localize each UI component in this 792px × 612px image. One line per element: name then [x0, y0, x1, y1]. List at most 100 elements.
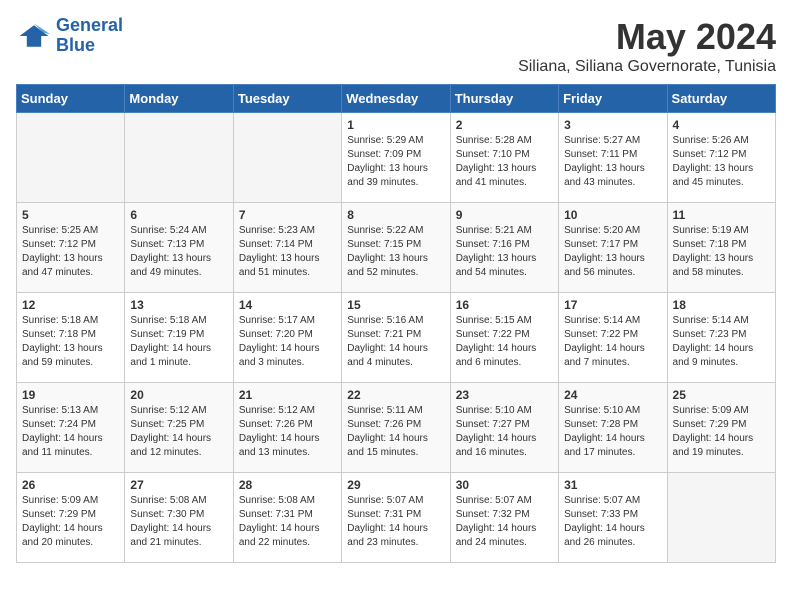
logo: General Blue	[16, 16, 123, 56]
day-info: Sunrise: 5:07 AM Sunset: 7:31 PM Dayligh…	[347, 494, 444, 550]
calendar-cell: 30 Sunrise: 5:07 AM Sunset: 7:32 PM Dayli…	[450, 473, 558, 563]
day-number: 8	[347, 208, 444, 222]
day-number: 13	[130, 298, 227, 312]
calendar-cell	[17, 113, 125, 203]
day-info: Sunrise: 5:07 AM Sunset: 7:33 PM Dayligh…	[564, 494, 661, 550]
day-number: 11	[673, 208, 770, 222]
day-info: Sunrise: 5:08 AM Sunset: 7:31 PM Dayligh…	[239, 494, 336, 550]
calendar-cell: 11Sunrise: 5:19 AM Sunset: 7:18 PM Dayli…	[667, 203, 775, 293]
header-tuesday: Tuesday	[233, 85, 341, 113]
calendar-cell	[233, 113, 341, 203]
calendar-cell: 6 Sunrise: 5:24 AM Sunset: 7:13 PM Daylig…	[125, 203, 233, 293]
calendar-header-row: SundayMondayTuesdayWednesdayThursdayFrid…	[17, 85, 776, 113]
calendar-cell: 4 Sunrise: 5:26 AM Sunset: 7:12 PM Daylig…	[667, 113, 775, 203]
calendar-cell: 5 Sunrise: 5:25 AM Sunset: 7:12 PM Daylig…	[17, 203, 125, 293]
day-info: Sunrise: 5:12 AM Sunset: 7:26 PM Dayligh…	[239, 404, 336, 460]
day-number: 26	[22, 478, 119, 492]
calendar-subtitle: Siliana, Siliana Governorate, Tunisia	[518, 58, 776, 76]
header-monday: Monday	[125, 85, 233, 113]
calendar-cell: 2 Sunrise: 5:28 AM Sunset: 7:10 PM Daylig…	[450, 113, 558, 203]
calendar-title: May 2024	[518, 16, 776, 58]
calendar-cell: 24 Sunrise: 5:10 AM Sunset: 7:28 PM Dayli…	[559, 383, 667, 473]
day-info: Sunrise: 5:21 AM Sunset: 7:16 PM Dayligh…	[456, 224, 553, 280]
calendar-cell: 15 Sunrise: 5:16 AM Sunset: 7:21 PM Dayli…	[342, 293, 450, 383]
week-row-1: 1Sunrise: 5:29 AM Sunset: 7:09 PM Daylig…	[17, 113, 776, 203]
calendar-cell: 27 Sunrise: 5:08 AM Sunset: 7:30 PM Dayli…	[125, 473, 233, 563]
day-info: Sunrise: 5:07 AM Sunset: 7:32 PM Dayligh…	[456, 494, 553, 550]
day-info: Sunrise: 5:26 AM Sunset: 7:12 PM Dayligh…	[673, 134, 770, 190]
calendar-cell: 22 Sunrise: 5:11 AM Sunset: 7:26 PM Dayli…	[342, 383, 450, 473]
calendar-cell: 17 Sunrise: 5:14 AM Sunset: 7:22 PM Dayli…	[559, 293, 667, 383]
logo-icon	[16, 18, 52, 54]
day-number: 27	[130, 478, 227, 492]
calendar-cell: 3Sunrise: 5:27 AM Sunset: 7:11 PM Daylig…	[559, 113, 667, 203]
day-number: 24	[564, 388, 661, 402]
day-number: 5	[22, 208, 119, 222]
day-number: 20	[130, 388, 227, 402]
day-number: 4	[673, 118, 770, 132]
day-info: Sunrise: 5:23 AM Sunset: 7:14 PM Dayligh…	[239, 224, 336, 280]
day-info: Sunrise: 5:16 AM Sunset: 7:21 PM Dayligh…	[347, 314, 444, 370]
day-number: 25	[673, 388, 770, 402]
day-info: Sunrise: 5:18 AM Sunset: 7:18 PM Dayligh…	[22, 314, 119, 370]
day-info: Sunrise: 5:10 AM Sunset: 7:27 PM Dayligh…	[456, 404, 553, 460]
day-number: 28	[239, 478, 336, 492]
day-info: Sunrise: 5:13 AM Sunset: 7:24 PM Dayligh…	[22, 404, 119, 460]
day-info: Sunrise: 5:29 AM Sunset: 7:09 PM Dayligh…	[347, 134, 444, 190]
header-friday: Friday	[559, 85, 667, 113]
day-number: 21	[239, 388, 336, 402]
day-info: Sunrise: 5:15 AM Sunset: 7:22 PM Dayligh…	[456, 314, 553, 370]
day-info: Sunrise: 5:14 AM Sunset: 7:23 PM Dayligh…	[673, 314, 770, 370]
calendar-cell: 18 Sunrise: 5:14 AM Sunset: 7:23 PM Dayli…	[667, 293, 775, 383]
title-area: May 2024 Siliana, Siliana Governorate, T…	[518, 16, 776, 76]
day-info: Sunrise: 5:09 AM Sunset: 7:29 PM Dayligh…	[22, 494, 119, 550]
calendar-cell: 19Sunrise: 5:13 AM Sunset: 7:24 PM Dayli…	[17, 383, 125, 473]
header-sunday: Sunday	[17, 85, 125, 113]
day-number: 17	[564, 298, 661, 312]
calendar-cell: 23 Sunrise: 5:10 AM Sunset: 7:27 PM Dayli…	[450, 383, 558, 473]
week-row-2: 5 Sunrise: 5:25 AM Sunset: 7:12 PM Daylig…	[17, 203, 776, 293]
calendar-cell: 1Sunrise: 5:29 AM Sunset: 7:09 PM Daylig…	[342, 113, 450, 203]
day-info: Sunrise: 5:17 AM Sunset: 7:20 PM Dayligh…	[239, 314, 336, 370]
calendar-cell	[667, 473, 775, 563]
day-number: 29	[347, 478, 444, 492]
calendar-cell: 13Sunrise: 5:18 AM Sunset: 7:19 PM Dayli…	[125, 293, 233, 383]
day-info: Sunrise: 5:22 AM Sunset: 7:15 PM Dayligh…	[347, 224, 444, 280]
day-info: Sunrise: 5:25 AM Sunset: 7:12 PM Dayligh…	[22, 224, 119, 280]
day-info: Sunrise: 5:24 AM Sunset: 7:13 PM Dayligh…	[130, 224, 227, 280]
day-info: Sunrise: 5:09 AM Sunset: 7:29 PM Dayligh…	[673, 404, 770, 460]
day-number: 7	[239, 208, 336, 222]
calendar-cell: 7 Sunrise: 5:23 AM Sunset: 7:14 PM Daylig…	[233, 203, 341, 293]
day-info: Sunrise: 5:27 AM Sunset: 7:11 PM Dayligh…	[564, 134, 661, 190]
day-number: 10	[564, 208, 661, 222]
day-number: 18	[673, 298, 770, 312]
day-number: 22	[347, 388, 444, 402]
calendar-cell: 14Sunrise: 5:17 AM Sunset: 7:20 PM Dayli…	[233, 293, 341, 383]
day-info: Sunrise: 5:20 AM Sunset: 7:17 PM Dayligh…	[564, 224, 661, 280]
day-info: Sunrise: 5:11 AM Sunset: 7:26 PM Dayligh…	[347, 404, 444, 460]
calendar-cell: 10 Sunrise: 5:20 AM Sunset: 7:17 PM Dayli…	[559, 203, 667, 293]
day-info: Sunrise: 5:12 AM Sunset: 7:25 PM Dayligh…	[130, 404, 227, 460]
header-thursday: Thursday	[450, 85, 558, 113]
day-number: 31	[564, 478, 661, 492]
day-number: 16	[456, 298, 553, 312]
calendar-cell: 26 Sunrise: 5:09 AM Sunset: 7:29 PM Dayli…	[17, 473, 125, 563]
week-row-5: 26 Sunrise: 5:09 AM Sunset: 7:29 PM Dayli…	[17, 473, 776, 563]
day-number: 2	[456, 118, 553, 132]
day-number: 9	[456, 208, 553, 222]
calendar-cell	[125, 113, 233, 203]
day-info: Sunrise: 5:08 AM Sunset: 7:30 PM Dayligh…	[130, 494, 227, 550]
day-number: 15	[347, 298, 444, 312]
day-number: 23	[456, 388, 553, 402]
day-number: 6	[130, 208, 227, 222]
calendar-cell: 28 Sunrise: 5:08 AM Sunset: 7:31 PM Dayli…	[233, 473, 341, 563]
day-info: Sunrise: 5:14 AM Sunset: 7:22 PM Dayligh…	[564, 314, 661, 370]
day-info: Sunrise: 5:28 AM Sunset: 7:10 PM Dayligh…	[456, 134, 553, 190]
day-number: 12	[22, 298, 119, 312]
day-number: 30	[456, 478, 553, 492]
calendar-cell: 9 Sunrise: 5:21 AM Sunset: 7:16 PM Daylig…	[450, 203, 558, 293]
logo-text: General Blue	[56, 16, 123, 56]
day-info: Sunrise: 5:10 AM Sunset: 7:28 PM Dayligh…	[564, 404, 661, 460]
week-row-3: 12 Sunrise: 5:18 AM Sunset: 7:18 PM Dayli…	[17, 293, 776, 383]
header: General Blue May 2024 Siliana, Siliana G…	[16, 16, 776, 76]
